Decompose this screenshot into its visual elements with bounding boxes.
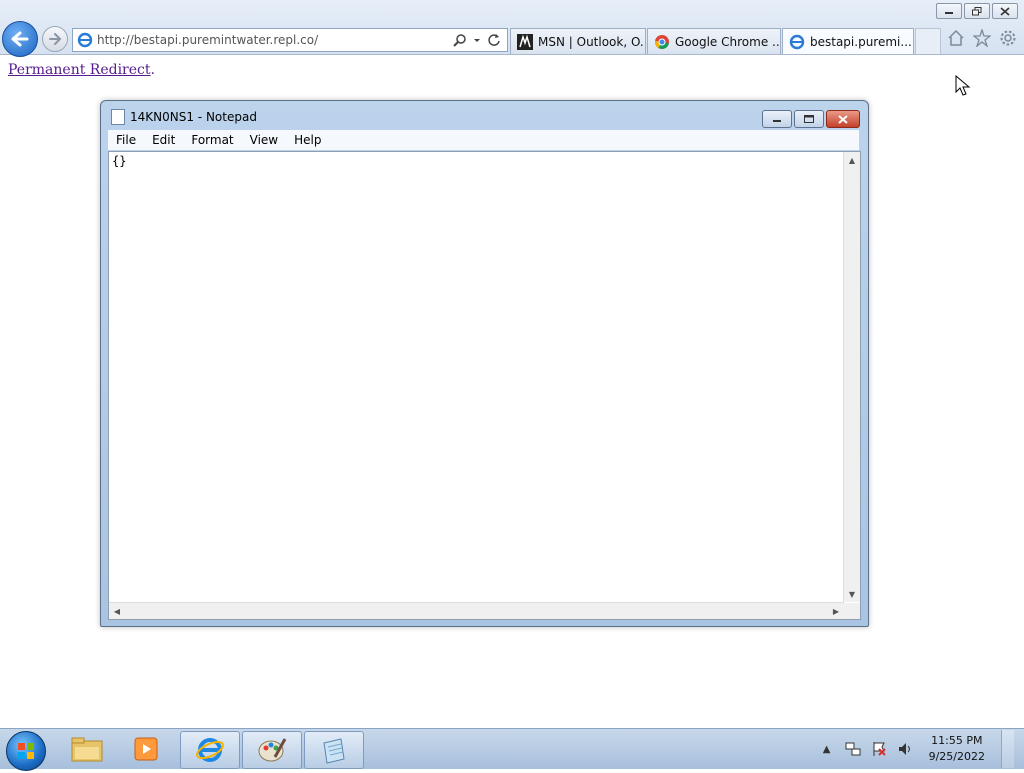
close-icon [838, 114, 848, 124]
chrome-icon [654, 34, 670, 50]
arrow-right-icon [49, 33, 61, 45]
taskbar-file-explorer[interactable] [58, 731, 116, 767]
internet-explorer-icon [196, 738, 224, 762]
menu-view[interactable]: View [242, 133, 286, 147]
browser-toolbar: http://bestapi.puremintwater.repl.co/ MS… [0, 0, 1024, 57]
taskbar-internet-explorer[interactable] [180, 731, 240, 769]
address-url: http://bestapi.puremintwater.repl.co/ [97, 33, 319, 47]
minimize-icon [773, 120, 781, 122]
address-controls [453, 33, 507, 47]
action-center-flag-icon[interactable] [871, 741, 887, 757]
arrow-left-icon [11, 31, 29, 47]
browser-right-icons [946, 28, 1018, 48]
scroll-down-icon[interactable]: ▼ [844, 586, 860, 602]
notepad-close-button[interactable] [826, 110, 860, 128]
close-icon [1000, 6, 1010, 16]
resize-grip-icon[interactable] [844, 603, 860, 619]
home-icon[interactable] [946, 28, 966, 48]
chevron-down-icon[interactable] [473, 33, 481, 47]
tab-bestapi[interactable]: bestapi.puremi... × [782, 28, 914, 54]
minimize-button[interactable] [936, 3, 962, 19]
clock-time: 11:55 PM [931, 734, 983, 747]
volume-icon[interactable] [897, 741, 913, 757]
restore-button[interactable] [964, 3, 990, 19]
tab-label: Google Chrome ... [675, 34, 781, 49]
new-tab-button[interactable] [915, 28, 941, 54]
network-icon[interactable] [845, 741, 861, 757]
taskbar-paint[interactable] [242, 731, 302, 769]
scroll-right-icon[interactable]: ▶ [828, 603, 844, 619]
taskbar: ▲ 11:55 PM 9/25/2022 [0, 728, 1024, 771]
close-window-button[interactable] [992, 3, 1018, 19]
notepad-titlebar: 14KN0NS1 - Notepad [111, 109, 257, 125]
search-icon[interactable] [453, 33, 467, 47]
show-desktop-button[interactable] [1001, 730, 1014, 768]
taskbar-notepad[interactable] [304, 731, 364, 769]
msn-icon [517, 33, 533, 50]
permanent-redirect-link[interactable]: Permanent Redirect [8, 62, 151, 78]
vertical-scrollbar[interactable]: ▲ ▼ [843, 152, 860, 602]
taskbar-media-player[interactable] [118, 731, 176, 767]
notepad-text-area[interactable]: {} ▲ ▼ ◀ ▶ [108, 151, 861, 620]
ie-page-icon [789, 34, 805, 50]
window-controls [936, 3, 1018, 19]
notepad-icon [111, 109, 125, 125]
system-tray: ▲ 11:55 PM 9/25/2022 [819, 729, 1014, 769]
menu-help[interactable]: Help [286, 133, 329, 147]
gear-icon[interactable] [998, 28, 1018, 48]
menu-format[interactable]: Format [183, 133, 241, 147]
notepad-icon [323, 738, 345, 764]
back-button[interactable] [2, 21, 38, 57]
tab-msn[interactable]: MSN | Outlook, O... [510, 28, 646, 54]
media-player-icon [134, 737, 158, 761]
trailing-period: . [150, 62, 155, 78]
minimize-icon [945, 12, 953, 14]
maximize-icon [804, 115, 814, 123]
clock[interactable]: 11:55 PM 9/25/2022 [929, 733, 985, 765]
favorites-star-icon[interactable] [972, 28, 992, 48]
menu-edit[interactable]: Edit [144, 133, 183, 147]
ie-page-icon [77, 32, 93, 48]
scroll-up-icon[interactable]: ▲ [844, 152, 860, 168]
tab-google-chrome[interactable]: Google Chrome ... [647, 28, 781, 54]
tab-strip: MSN | Outlook, O... Google Chrome ... be… [510, 28, 941, 54]
restore-icon [972, 6, 982, 15]
file-explorer-icon [71, 737, 103, 762]
mouse-pointer-icon [955, 74, 971, 100]
windows-logo-icon [18, 743, 34, 759]
notepad-window: 14KN0NS1 - Notepad File Edit Format View… [100, 100, 869, 627]
tab-label: MSN | Outlook, O... [538, 34, 646, 49]
notepad-content: {} [112, 154, 127, 168]
menu-file[interactable]: File [108, 133, 144, 147]
horizontal-scrollbar[interactable]: ◀ ▶ [109, 602, 844, 619]
clock-date: 9/25/2022 [928, 750, 985, 763]
notepad-minimize-button[interactable] [762, 110, 792, 128]
paint-icon [258, 738, 287, 762]
tab-label: bestapi.puremi... [810, 34, 912, 49]
show-hidden-icons-icon[interactable]: ▲ [819, 741, 835, 757]
notepad-window-controls [762, 110, 860, 128]
forward-button[interactable] [42, 26, 68, 52]
address-bar[interactable]: http://bestapi.puremintwater.repl.co/ [72, 28, 508, 52]
start-button[interactable] [6, 731, 46, 771]
notepad-maximize-button[interactable] [794, 110, 824, 128]
notepad-title: 14KN0NS1 - Notepad [130, 110, 257, 124]
scroll-left-icon[interactable]: ◀ [109, 603, 125, 619]
page-content: Permanent Redirect. [8, 62, 155, 78]
notepad-menubar: File Edit Format View Help [108, 130, 859, 150]
refresh-icon[interactable] [487, 33, 501, 47]
